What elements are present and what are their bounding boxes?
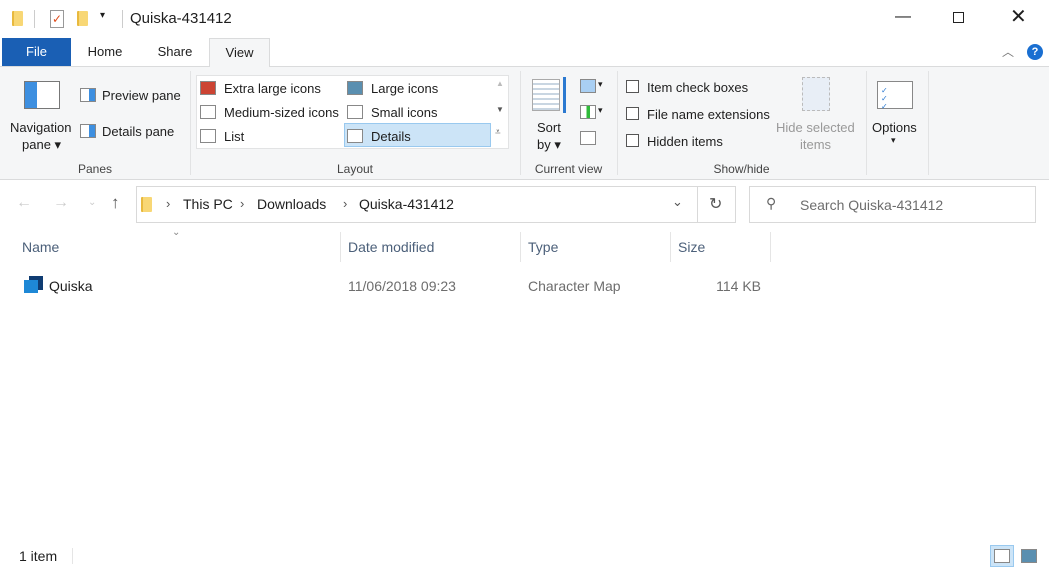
up-button[interactable]: ↑ bbox=[111, 193, 120, 213]
dropdown-icon[interactable]: ▾ bbox=[598, 79, 603, 90]
folder-icon bbox=[141, 197, 152, 212]
properties-icon[interactable]: ✓ bbox=[50, 10, 64, 28]
search-icon: ⚲ bbox=[766, 195, 777, 211]
file-name-extensions-label[interactable]: File name extensions bbox=[647, 107, 770, 122]
preview-pane-button[interactable]: Preview pane bbox=[102, 88, 181, 103]
search-placeholder: Search Quiska-431412 bbox=[800, 197, 944, 213]
address-dropdown-icon[interactable]: ⌄ bbox=[672, 194, 683, 210]
small-icons-icon bbox=[347, 105, 363, 119]
tab-file[interactable]: File bbox=[2, 38, 71, 66]
details-view-icon bbox=[994, 549, 1010, 563]
sort-by-label2[interactable]: by ▾ bbox=[537, 137, 561, 153]
back-button[interactable]: ← bbox=[16, 194, 32, 212]
hide-selected-icon bbox=[802, 77, 830, 111]
status-item-count: 1 item bbox=[19, 548, 58, 564]
navigation-pane-label: Navigation bbox=[10, 120, 72, 135]
navigation-pane-icon bbox=[24, 81, 60, 109]
sort-indicator-icon: ⌄ bbox=[172, 227, 181, 238]
options-button[interactable]: Options bbox=[872, 120, 917, 135]
layout-details-selected[interactable] bbox=[344, 123, 491, 147]
breadcrumb-downloads[interactable]: Downloads bbox=[257, 196, 326, 212]
hidden-items-checkbox[interactable] bbox=[626, 134, 639, 147]
column-header-date-modified[interactable]: Date modified bbox=[348, 239, 434, 255]
breadcrumb-separator: › bbox=[166, 196, 171, 211]
dropdown-icon[interactable]: ▾ bbox=[598, 105, 603, 116]
divider bbox=[72, 548, 73, 564]
medium-icons-icon bbox=[200, 105, 216, 119]
ribbon: Navigation pane ▾ Preview pane Details p… bbox=[0, 66, 1049, 180]
divider bbox=[34, 10, 35, 28]
gallery-down-icon[interactable]: ▼ bbox=[496, 105, 504, 114]
tab-home[interactable]: Home bbox=[76, 38, 134, 66]
layout-details[interactable]: Details bbox=[371, 129, 411, 144]
layout-list[interactable]: List bbox=[224, 129, 244, 144]
sort-by-label[interactable]: Sort bbox=[537, 120, 561, 135]
new-folder-icon[interactable] bbox=[77, 11, 88, 26]
list-icon bbox=[200, 129, 216, 143]
customize-quick-access-icon[interactable]: ▾ bbox=[100, 10, 105, 21]
divider bbox=[122, 10, 123, 28]
add-columns-icon[interactable] bbox=[580, 105, 596, 119]
file-size: 114 KB bbox=[716, 278, 761, 294]
layout-medium-icons[interactable]: Medium-sized icons bbox=[224, 105, 339, 120]
sort-arrow-icon bbox=[563, 77, 566, 113]
sort-by-icon bbox=[532, 79, 560, 111]
group-label-panes: Panes bbox=[77, 162, 113, 176]
minimize-button[interactable]: — bbox=[895, 8, 911, 26]
breadcrumb-current[interactable]: Quiska-431412 bbox=[359, 196, 454, 212]
hide-selected-label2[interactable]: items bbox=[800, 137, 831, 152]
column-header-size[interactable]: Size bbox=[678, 239, 705, 255]
group-by-icon[interactable] bbox=[580, 79, 596, 93]
layout-extra-large-icons[interactable]: Extra large icons bbox=[224, 81, 321, 96]
layout-large-icons[interactable]: Large icons bbox=[371, 81, 438, 96]
window-title: Quiska-431412 bbox=[130, 10, 232, 27]
preview-pane-icon bbox=[80, 88, 96, 102]
hide-selected-label[interactable]: Hide selected bbox=[776, 120, 855, 135]
group-label-layout: Layout bbox=[336, 162, 374, 176]
size-columns-icon[interactable] bbox=[580, 131, 596, 145]
group-label-current-view: Current view bbox=[534, 162, 603, 176]
breadcrumb-separator[interactable]: › bbox=[240, 196, 244, 211]
file-type: Character Map bbox=[528, 278, 621, 294]
collapse-ribbon-icon[interactable]: ︿ bbox=[1002, 43, 1014, 60]
large-icons-view-button[interactable] bbox=[1021, 549, 1037, 563]
forward-button[interactable]: → bbox=[53, 194, 69, 212]
dropdown-icon[interactable]: ▾ bbox=[891, 135, 896, 146]
breadcrumb-this-pc[interactable]: This PC bbox=[183, 196, 233, 212]
character-map-icon bbox=[24, 276, 43, 293]
divider bbox=[697, 186, 698, 223]
details-pane-button[interactable]: Details pane bbox=[102, 124, 174, 139]
gallery-up-icon[interactable]: ▲ bbox=[496, 79, 504, 88]
file-name-extensions-checkbox[interactable] bbox=[626, 107, 639, 120]
tab-view[interactable]: View bbox=[209, 38, 270, 67]
layout-small-icons[interactable]: Small icons bbox=[371, 105, 437, 120]
maximize-button[interactable] bbox=[953, 12, 964, 23]
item-check-boxes-checkbox[interactable] bbox=[626, 80, 639, 93]
extra-large-icons-icon bbox=[200, 81, 216, 95]
options-icon: ✓ ✓ ✓ bbox=[877, 81, 913, 111]
item-check-boxes-label[interactable]: Item check boxes bbox=[647, 80, 748, 95]
file-name[interactable]: Quiska bbox=[49, 278, 93, 294]
hidden-items-label[interactable]: Hidden items bbox=[647, 134, 723, 149]
file-date: 11/06/2018 09:23 bbox=[348, 278, 456, 294]
navigation-pane-label2: pane ▾ bbox=[22, 137, 62, 152]
help-icon[interactable]: ? bbox=[1027, 44, 1043, 60]
tab-share[interactable]: Share bbox=[146, 38, 204, 66]
details-icon bbox=[347, 129, 363, 143]
breadcrumb-separator[interactable]: › bbox=[343, 196, 347, 211]
close-button[interactable]: ✕ bbox=[1010, 4, 1027, 29]
column-header-type[interactable]: Type bbox=[528, 239, 558, 255]
refresh-button[interactable]: ↻ bbox=[709, 194, 722, 214]
large-icons-icon bbox=[347, 81, 363, 95]
group-label-show-hide: Show/hide bbox=[713, 162, 770, 176]
gallery-more-icon[interactable]: ⩡ bbox=[495, 127, 501, 138]
details-pane-icon bbox=[80, 124, 96, 138]
folder-icon bbox=[12, 11, 23, 26]
recent-locations-button[interactable]: ⌄ bbox=[88, 197, 96, 208]
column-header-name[interactable]: Name bbox=[22, 239, 59, 255]
